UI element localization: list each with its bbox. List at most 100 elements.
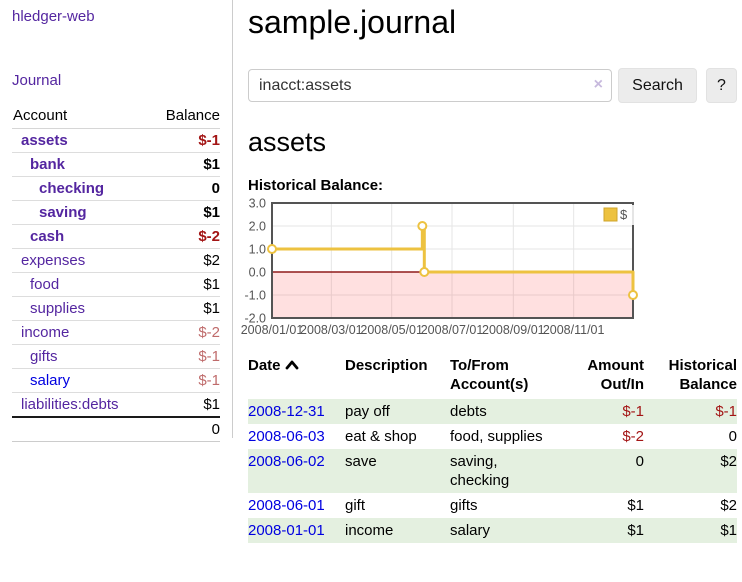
date-column-header[interactable]: Date xyxy=(248,354,345,399)
account-row: expenses $2 xyxy=(12,249,220,273)
transaction-balance: 0 xyxy=(644,424,737,449)
account-balance: $1 xyxy=(149,201,220,225)
account-link[interactable]: bank xyxy=(30,156,65,173)
accounts-total-balance: 0 xyxy=(12,417,220,442)
account-balance: $-2 xyxy=(149,225,220,249)
y-tick-label: 2.0 xyxy=(249,220,266,234)
transaction-date-link[interactable]: 2008-06-02 xyxy=(248,453,325,470)
legend-swatch xyxy=(604,208,617,221)
account-link[interactable]: supplies xyxy=(30,300,85,317)
register-table: Date Description To/From Account(s) Amou… xyxy=(248,354,737,543)
account-balance: $1 xyxy=(149,273,220,297)
sidebar: hledger-web Journal Account Balance asse… xyxy=(0,0,233,438)
chart-marker xyxy=(629,291,637,299)
register-tbody: 2008-12-31pay offdebts$-1$-12008-06-03ea… xyxy=(248,399,737,543)
negative-region xyxy=(272,272,633,318)
transaction-balance: $1 xyxy=(644,518,737,543)
app-title-link[interactable]: hledger-web xyxy=(12,8,220,25)
register-header-row: Date Description To/From Account(s) Amou… xyxy=(248,354,737,399)
transaction-balance: $-1 xyxy=(644,399,737,424)
transaction-description: eat & shop xyxy=(345,424,450,449)
legend-label: $ xyxy=(620,207,628,222)
account-link[interactable]: cash xyxy=(30,228,64,245)
transaction-date-link[interactable]: 2008-01-01 xyxy=(248,522,325,539)
account-balance: $1 xyxy=(149,297,220,321)
accounts-header-row: Account Balance xyxy=(12,105,220,129)
sort-ascending-icon xyxy=(285,360,299,370)
transaction-accounts: debts xyxy=(450,399,562,424)
description-column-header: Description xyxy=(345,354,450,399)
account-row: checking 0 xyxy=(12,177,220,201)
account-row: bank $1 xyxy=(12,153,220,177)
accounts-total-row: 0 xyxy=(12,417,220,442)
chart-marker xyxy=(420,268,428,276)
account-row: salary $-1 xyxy=(12,369,220,393)
transaction-accounts: gifts xyxy=(450,493,562,518)
account-balance: $1 xyxy=(149,153,220,177)
account-row: gifts$-1 xyxy=(12,345,220,369)
x-tick-label: 2008/05/01 xyxy=(360,323,423,337)
account-row: cash $-2 xyxy=(12,225,220,249)
transaction-description: save xyxy=(345,449,450,493)
clear-search-icon[interactable]: × xyxy=(594,76,603,94)
transaction-accounts: saving, checking xyxy=(450,449,562,493)
main-content: sample.journal × Search ? assets Histori… xyxy=(234,0,742,543)
account-row: saving $1 xyxy=(12,201,220,225)
account-balance: $-2 xyxy=(149,321,220,345)
x-tick-label: 2008/11/01 xyxy=(543,323,605,337)
account-row: supplies $1 xyxy=(12,297,220,321)
transaction-row: 2008-06-03 eat & shopfood, supplies$-20 xyxy=(248,424,737,449)
account-link[interactable]: food xyxy=(30,276,59,293)
transaction-row: 2008-06-02savesaving, checking0$2 xyxy=(248,449,737,493)
accounts-table: Account Balance assets$-1bank$1checking0… xyxy=(12,105,220,442)
transaction-date-link[interactable]: 2008-06-03 xyxy=(248,428,325,445)
transaction-amount: $1 xyxy=(562,518,644,543)
transaction-row: 2008-01-01incomesalary$1$1 xyxy=(248,518,737,543)
transaction-amount: $-1 xyxy=(562,399,644,424)
transaction-balance: $2 xyxy=(644,493,737,518)
account-row: food $1 xyxy=(12,273,220,297)
x-tick-label: 2008/09/01 xyxy=(482,323,545,337)
chart-title: Historical Balance: xyxy=(248,177,742,194)
transaction-amount: $-2 xyxy=(562,424,644,449)
account-link[interactable]: assets xyxy=(21,132,68,149)
account-link[interactable]: liabilities:debts xyxy=(21,396,119,413)
page-title: sample.journal xyxy=(248,4,742,41)
chart-marker xyxy=(268,245,276,253)
balance-chart: $3.02.01.00.0-1.0-2.02008/01/012008/03/0… xyxy=(248,199,668,341)
search-button[interactable]: Search xyxy=(618,68,697,103)
account-heading: assets xyxy=(248,127,742,158)
transaction-amount: $1 xyxy=(562,493,644,518)
account-balance: $2 xyxy=(149,249,220,273)
journal-nav-link[interactable]: Journal xyxy=(12,72,220,89)
account-column-header: Account xyxy=(12,105,149,129)
y-tick-label: 0.0 xyxy=(249,266,266,280)
transaction-accounts: food, supplies xyxy=(450,424,562,449)
x-tick-label: 2008/07/01 xyxy=(421,323,484,337)
account-row: income $-2 xyxy=(12,321,220,345)
account-link[interactable]: salary xyxy=(30,372,70,389)
account-link[interactable]: gifts xyxy=(30,348,58,365)
transaction-date-link[interactable]: 2008-06-01 xyxy=(248,497,325,514)
account-link[interactable]: income xyxy=(21,324,69,341)
account-link[interactable]: expenses xyxy=(21,252,85,269)
chart-marker xyxy=(418,222,426,230)
account-link[interactable]: checking xyxy=(39,180,104,197)
transaction-description: pay off xyxy=(345,399,450,424)
transaction-row: 2008-12-31pay offdebts$-1$-1 xyxy=(248,399,737,424)
transaction-date-link[interactable]: 2008-12-31 xyxy=(248,403,325,420)
help-button[interactable]: ? xyxy=(706,68,737,103)
account-row: liabilities:debts $1 xyxy=(12,393,220,418)
balance-column-header: Balance xyxy=(149,105,220,129)
y-tick-label: -1.0 xyxy=(244,289,266,303)
account-balance: 0 xyxy=(149,177,220,201)
account-link[interactable]: saving xyxy=(39,204,87,221)
search-box: × xyxy=(248,69,612,102)
transaction-accounts: salary xyxy=(450,518,562,543)
amount-column-header: Amount Out/In xyxy=(562,354,644,399)
search-input[interactable] xyxy=(248,69,612,102)
account-balance: $1 xyxy=(149,393,220,418)
account-row: assets$-1 xyxy=(12,129,220,153)
search-form: × Search ? xyxy=(248,68,742,103)
account-balance: $-1 xyxy=(149,369,220,393)
